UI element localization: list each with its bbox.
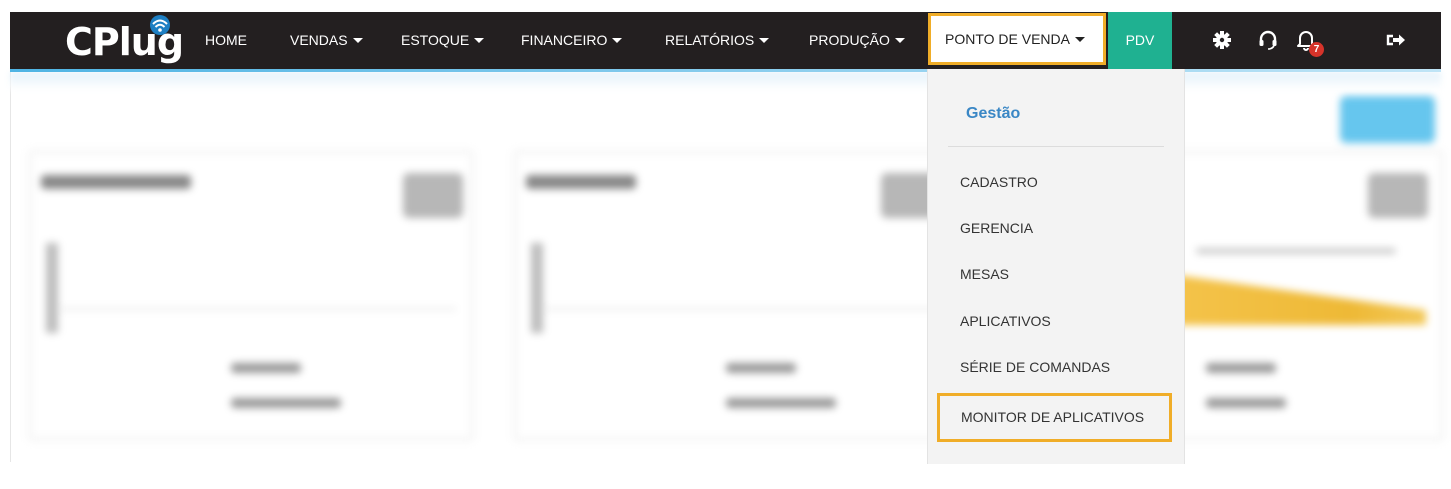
blurred-action-button: [1340, 96, 1435, 143]
caret-down-icon: [1075, 37, 1085, 42]
content-left-border: [10, 72, 11, 462]
top-navbar: CPlug HOME VENDAS ESTOQUE FINANCEIRO REL…: [10, 12, 1441, 69]
nav-estoque-label: ESTOQUE: [401, 32, 470, 48]
wifi-icon: [150, 15, 170, 35]
nav-shadow: [10, 72, 1441, 90]
nav-accent-line: [10, 69, 1441, 72]
menu-item-gerencia[interactable]: GERENCIA: [960, 220, 1033, 236]
nav-relatorios-label: RELATÓRIOS: [665, 32, 755, 48]
logout-icon[interactable]: [1384, 27, 1410, 53]
pdv-button[interactable]: PDV: [1108, 12, 1172, 69]
dropdown-header-gestao: Gestão: [966, 105, 1021, 122]
caret-down-icon: [759, 38, 770, 43]
caret-down-icon: [474, 38, 485, 43]
nav-vendas[interactable]: VENDAS: [290, 12, 363, 69]
nav-home[interactable]: HOME: [205, 12, 247, 69]
menu-item-monitor-de-aplicativos[interactable]: MONITOR DE APLICATIVOS: [937, 393, 1172, 442]
pdv-label: PDV: [1125, 32, 1155, 48]
blurred-card: [515, 152, 957, 439]
menu-item-aplicativos[interactable]: APLICATIVOS: [960, 313, 1051, 329]
menu-item-mesas[interactable]: MESAS: [960, 266, 1009, 282]
menu-item-serie-de-comandas[interactable]: SÉRIE DE COMANDAS: [960, 359, 1110, 375]
bell-icon[interactable]: [1217, 27, 1243, 53]
nav-financeiro[interactable]: FINANCEIRO: [521, 12, 623, 69]
blurred-card-button: [403, 173, 463, 218]
nav-producao-label: PRODUÇÃO: [809, 32, 890, 48]
nav-ponto-de-venda-label: PONTO DE VENDA: [945, 31, 1070, 47]
nav-home-label: HOME: [205, 32, 247, 48]
cplug-logo[interactable]: CPlug: [65, 14, 195, 66]
nav-estoque[interactable]: ESTOQUE: [401, 12, 485, 69]
dropdown-divider: [948, 146, 1164, 147]
caret-down-icon: [612, 38, 623, 43]
nav-relatorios[interactable]: RELATÓRIOS: [665, 12, 770, 69]
headset-icon[interactable]: [1255, 27, 1281, 53]
nav-financeiro-label: FINANCEIRO: [521, 32, 608, 48]
blurred-card-button: [1368, 173, 1428, 218]
nav-producao[interactable]: PRODUÇÃO: [809, 12, 905, 69]
caret-down-icon: [352, 38, 363, 43]
ponto-de-venda-dropdown: Gestão CADASTRO GERENCIA MESAS APLICATIV…: [927, 69, 1185, 464]
menu-item-monitor-de-aplicativos-label: MONITOR DE APLICATIVOS: [961, 409, 1145, 425]
nav-vendas-label: VENDAS: [290, 32, 348, 48]
caret-down-icon: [894, 38, 905, 43]
nav-ponto-de-venda[interactable]: PONTO DE VENDA: [928, 13, 1106, 65]
menu-item-cadastro[interactable]: CADASTRO: [960, 174, 1038, 190]
blurred-card: [30, 152, 472, 439]
notification-badge: 7: [1309, 42, 1324, 57]
